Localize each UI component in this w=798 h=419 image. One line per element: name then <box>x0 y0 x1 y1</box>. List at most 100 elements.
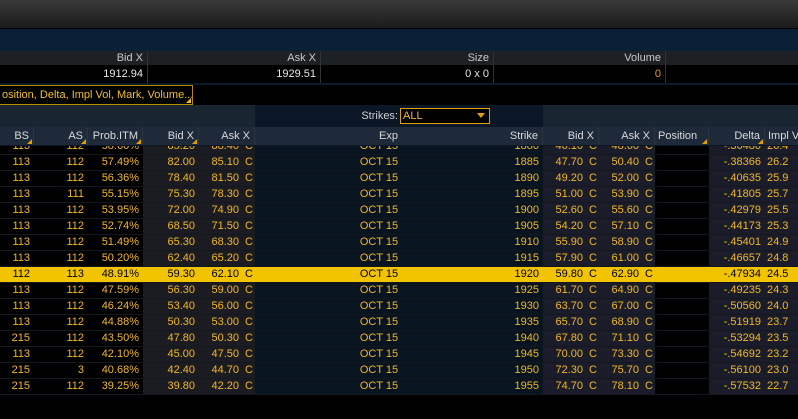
cell-call-bid[interactable]: 59.30 <box>143 267 199 282</box>
cell-call-exch[interactable]: C <box>243 251 255 266</box>
cell-call-exch[interactable]: C <box>243 267 255 282</box>
cell-call-ask[interactable]: 56.00 <box>199 299 243 314</box>
cell-as[interactable]: 3 <box>34 363 88 378</box>
cell-put-ask[interactable]: 62.90 <box>599 267 643 282</box>
cell-put-ask-exch[interactable]: C <box>643 315 655 330</box>
col-header-call-bid[interactable]: Bid X <box>143 127 199 145</box>
cell-position[interactable] <box>655 267 709 282</box>
table-row[interactable]: 113 112 50.20% 62.40 65.20 C OCT 15 1915 57.90 C 6… <box>0 251 798 267</box>
col-header-call-ask[interactable]: Ask X <box>199 127 255 145</box>
col-header-bs[interactable]: BS <box>0 127 34 145</box>
cell-call-bid[interactable]: 45.00 <box>143 347 199 362</box>
cell-impl-vol[interactable]: 23.2 <box>765 347 798 362</box>
cell-put-ask[interactable]: 53.90 <box>599 187 643 202</box>
cell-put-bid-exch[interactable]: C <box>587 299 599 314</box>
cell-impl-vol[interactable]: 24.0 <box>765 299 798 314</box>
table-row[interactable]: 113 112 46.24% 53.40 56.00 C OCT 15 1930 63.70 C 6… <box>0 299 798 315</box>
cell-put-ask-exch[interactable]: C <box>643 283 655 298</box>
cell-call-bid[interactable]: 53.40 <box>143 299 199 314</box>
col-header-position[interactable]: Position <box>655 127 709 145</box>
cell-prob-itm[interactable]: 52.74% <box>88 219 143 234</box>
cell-prob-itm[interactable]: 40.68% <box>88 363 143 378</box>
cell-exp[interactable]: OCT 15 <box>255 267 503 282</box>
cell-bs[interactable]: 113 <box>0 171 34 186</box>
cell-impl-vol[interactable]: 23.7 <box>765 315 798 330</box>
cell-strike[interactable]: 1950 <box>497 363 543 378</box>
cell-bs[interactable]: 113 <box>0 347 34 362</box>
cell-prob-itm[interactable]: 56.36% <box>88 171 143 186</box>
cell-put-bid-exch[interactable]: C <box>587 155 599 170</box>
cell-prob-itm[interactable]: 53.95% <box>88 203 143 218</box>
cell-position[interactable] <box>655 347 709 362</box>
cell-call-bid[interactable]: 85.20 <box>143 146 199 154</box>
cell-impl-vol[interactable]: 24.5 <box>765 267 798 282</box>
cell-impl-vol[interactable]: 22.7 <box>765 379 798 394</box>
table-row[interactable]: 113 111 55.15% 75.30 78.30 C OCT 15 1895 51.00 C 5… <box>0 187 798 203</box>
cell-call-ask[interactable]: 65.20 <box>199 251 243 266</box>
cell-call-bid[interactable]: 39.80 <box>143 379 199 394</box>
cell-as[interactable]: 112 <box>34 315 88 330</box>
cell-call-ask[interactable]: 85.10 <box>199 155 243 170</box>
cell-put-bid[interactable]: 67.80 <box>543 331 587 346</box>
cell-put-bid[interactable]: 59.80 <box>543 267 587 282</box>
cell-put-bid-exch[interactable]: C <box>587 187 599 202</box>
cell-call-ask[interactable]: 47.50 <box>199 347 243 362</box>
cell-position[interactable] <box>655 235 709 250</box>
table-row[interactable]: 215 112 39.25% 39.80 42.20 C OCT 15 1955 74.70 C 7… <box>0 379 798 395</box>
cell-call-ask[interactable]: 68.30 <box>199 235 243 250</box>
cell-bs[interactable]: 113 <box>0 235 34 250</box>
cell-call-exch[interactable]: C <box>243 347 255 362</box>
cell-delta[interactable]: -.36480 <box>709 146 765 154</box>
cell-exp[interactable]: OCT 15 <box>255 379 503 394</box>
cell-delta[interactable]: -.47934 <box>709 267 765 282</box>
table-row[interactable]: 113 112 44.88% 50.30 53.00 C OCT 15 1935 65.70 C 6… <box>0 315 798 331</box>
cell-call-bid[interactable]: 42.40 <box>143 363 199 378</box>
cell-prob-itm[interactable]: 39.25% <box>88 379 143 394</box>
cell-exp[interactable]: OCT 15 <box>255 146 503 154</box>
cell-delta[interactable]: -.56100 <box>709 363 765 378</box>
cell-impl-vol[interactable]: 25.5 <box>765 203 798 218</box>
cell-call-ask[interactable]: 88.40 <box>199 146 243 154</box>
cell-put-bid[interactable]: 54.20 <box>543 219 587 234</box>
cell-put-bid[interactable]: 61.70 <box>543 283 587 298</box>
cell-exp[interactable]: OCT 15 <box>255 331 503 346</box>
cell-exp[interactable]: OCT 15 <box>255 187 503 202</box>
cell-bs[interactable]: 113 <box>0 299 34 314</box>
cell-bs[interactable]: 215 <box>0 331 34 346</box>
cell-put-bid[interactable]: 55.90 <box>543 235 587 250</box>
cell-put-ask-exch[interactable]: C <box>643 203 655 218</box>
cell-put-ask-exch[interactable]: C <box>643 379 655 394</box>
cell-position[interactable] <box>655 203 709 218</box>
cell-as[interactable]: 112 <box>34 251 88 266</box>
cell-bs[interactable]: 113 <box>0 187 34 202</box>
cell-bs[interactable]: 215 <box>0 379 34 394</box>
cell-bs[interactable]: 113 <box>0 146 34 154</box>
col-header-put-bid[interactable]: Bid X <box>543 127 599 145</box>
cell-strike[interactable]: 1895 <box>497 187 543 202</box>
cell-put-bid[interactable]: 47.70 <box>543 155 587 170</box>
cell-put-bid[interactable]: 57.90 <box>543 251 587 266</box>
cell-delta[interactable]: -.38366 <box>709 155 765 170</box>
cell-put-ask-exch[interactable]: C <box>643 146 655 154</box>
cell-as[interactable]: 112 <box>34 171 88 186</box>
table-row[interactable]: 215 112 43.50% 47.80 50.30 C OCT 15 1940 67.80 C 7… <box>0 331 798 347</box>
col-header-delta[interactable]: Delta <box>709 127 765 145</box>
cell-call-exch[interactable]: C <box>243 363 255 378</box>
cell-strike[interactable]: 1885 <box>497 155 543 170</box>
cell-impl-vol[interactable]: 26.4 <box>765 146 798 154</box>
cell-put-ask-exch[interactable]: C <box>643 251 655 266</box>
col-header-put-ask[interactable]: Ask X <box>599 127 655 145</box>
cell-strike[interactable]: 1945 <box>497 347 543 362</box>
cell-put-ask[interactable]: 68.90 <box>599 315 643 330</box>
cell-delta[interactable]: -.51919 <box>709 315 765 330</box>
cell-as[interactable]: 112 <box>34 379 88 394</box>
cell-prob-itm[interactable]: 43.50% <box>88 331 143 346</box>
cell-call-bid[interactable]: 72.00 <box>143 203 199 218</box>
cell-call-exch[interactable]: C <box>243 187 255 202</box>
cell-put-bid-exch[interactable]: C <box>587 171 599 186</box>
table-row[interactable]: 113 112 57.49% 82.00 85.10 C OCT 15 1885 47.70 C 5… <box>0 155 798 171</box>
cell-put-ask-exch[interactable]: C <box>643 299 655 314</box>
cell-exp[interactable]: OCT 15 <box>255 299 503 314</box>
cell-put-bid-exch[interactable]: C <box>587 347 599 362</box>
cell-put-bid-exch[interactable]: C <box>587 283 599 298</box>
